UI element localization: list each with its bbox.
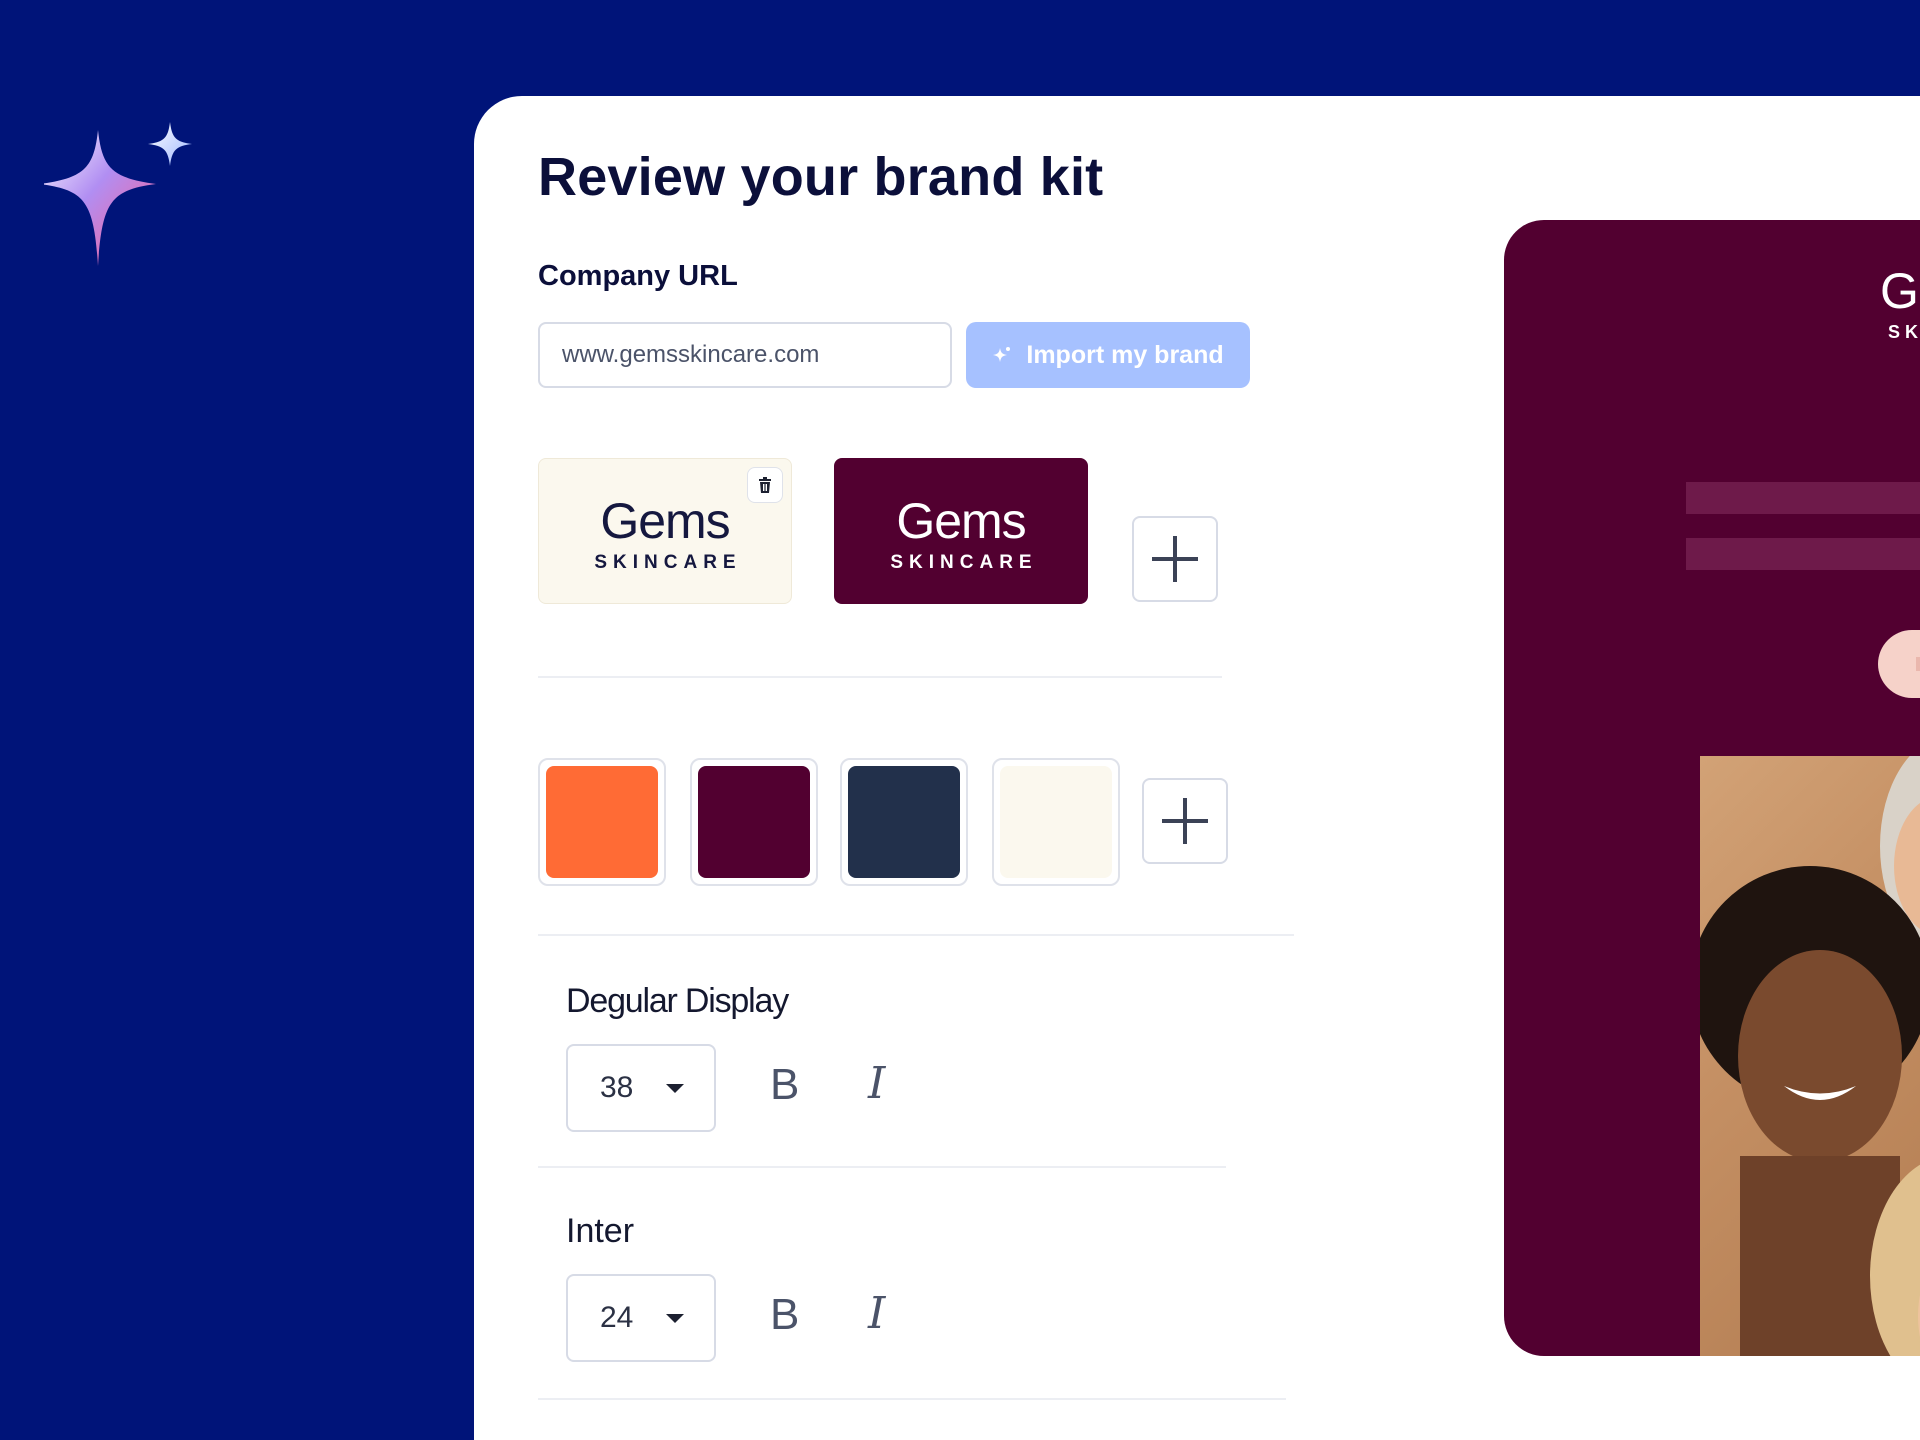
bold-toggle[interactable]: B (770, 1060, 799, 1110)
color-swatch-fill (698, 766, 810, 878)
divider (538, 934, 1294, 936)
import-brand-label: Import my brand (1026, 340, 1224, 369)
font-name-display: Degular Display (566, 982, 789, 1020)
logo-tagline: SKINCARE (594, 552, 742, 573)
preview-text-placeholder (1686, 482, 1920, 514)
people-photo-image (1690, 746, 1920, 1356)
divider (538, 676, 1222, 678)
color-swatch[interactable] (690, 758, 818, 886)
font-size-value: 38 (600, 1071, 634, 1104)
font-size-select[interactable]: 38 (566, 1044, 716, 1132)
plus-icon (1152, 536, 1198, 582)
caret-down-icon (666, 1084, 684, 1093)
import-brand-button[interactable]: Import my brand (966, 322, 1250, 388)
preview-photo (1690, 746, 1920, 1356)
preview-logo-tagline: SK (1888, 322, 1920, 342)
logo-card-dark[interactable]: Gems SKINCARE (834, 458, 1088, 604)
font-size-value: 24 (600, 1301, 634, 1334)
preview-cta-label-placeholder (1916, 657, 1920, 671)
color-swatch[interactable] (538, 758, 666, 886)
plus-icon (1162, 798, 1208, 844)
logo-tagline: SKINCARE (890, 552, 1038, 573)
preview-cta-button (1878, 630, 1920, 698)
brand-preview-card: G SK (1504, 220, 1920, 1356)
logo-wordmark: Gems (600, 493, 730, 549)
sparkle-small-icon (993, 347, 1011, 362)
add-logo-button[interactable] (1132, 516, 1218, 602)
divider (538, 1166, 1226, 1168)
color-swatch-fill (848, 766, 960, 878)
italic-toggle[interactable]: I (868, 1288, 885, 1339)
add-color-button[interactable] (1142, 778, 1228, 864)
font-size-select[interactable]: 24 (566, 1274, 716, 1362)
company-url-label: Company URL (538, 260, 738, 292)
bold-toggle[interactable]: B (770, 1290, 799, 1340)
preview-text-placeholder (1686, 538, 1920, 570)
brand-kit-panel: Review your brand kit Company URL Import… (474, 96, 1920, 1440)
page-title: Review your brand kit (538, 147, 1104, 207)
color-swatch-fill (546, 766, 658, 878)
italic-toggle[interactable]: I (868, 1058, 885, 1109)
divider (538, 1398, 1286, 1400)
app-stage: Review your brand kit Company URL Import… (0, 0, 1920, 1440)
delete-logo-button[interactable] (747, 467, 783, 503)
logo-card-light[interactable]: Gems SKINCARE (538, 458, 792, 604)
caret-down-icon (666, 1314, 684, 1323)
logo-wordmark: Gems (896, 493, 1026, 549)
color-swatch[interactable] (840, 758, 968, 886)
color-swatch[interactable] (992, 758, 1120, 886)
font-name-inter: Inter (566, 1212, 635, 1250)
sparkle-icon (44, 122, 192, 266)
company-url-input[interactable] (538, 322, 952, 388)
preview-logo-wordmark: G (1880, 263, 1919, 319)
color-swatch-fill (1000, 766, 1112, 878)
trash-icon (759, 477, 771, 493)
